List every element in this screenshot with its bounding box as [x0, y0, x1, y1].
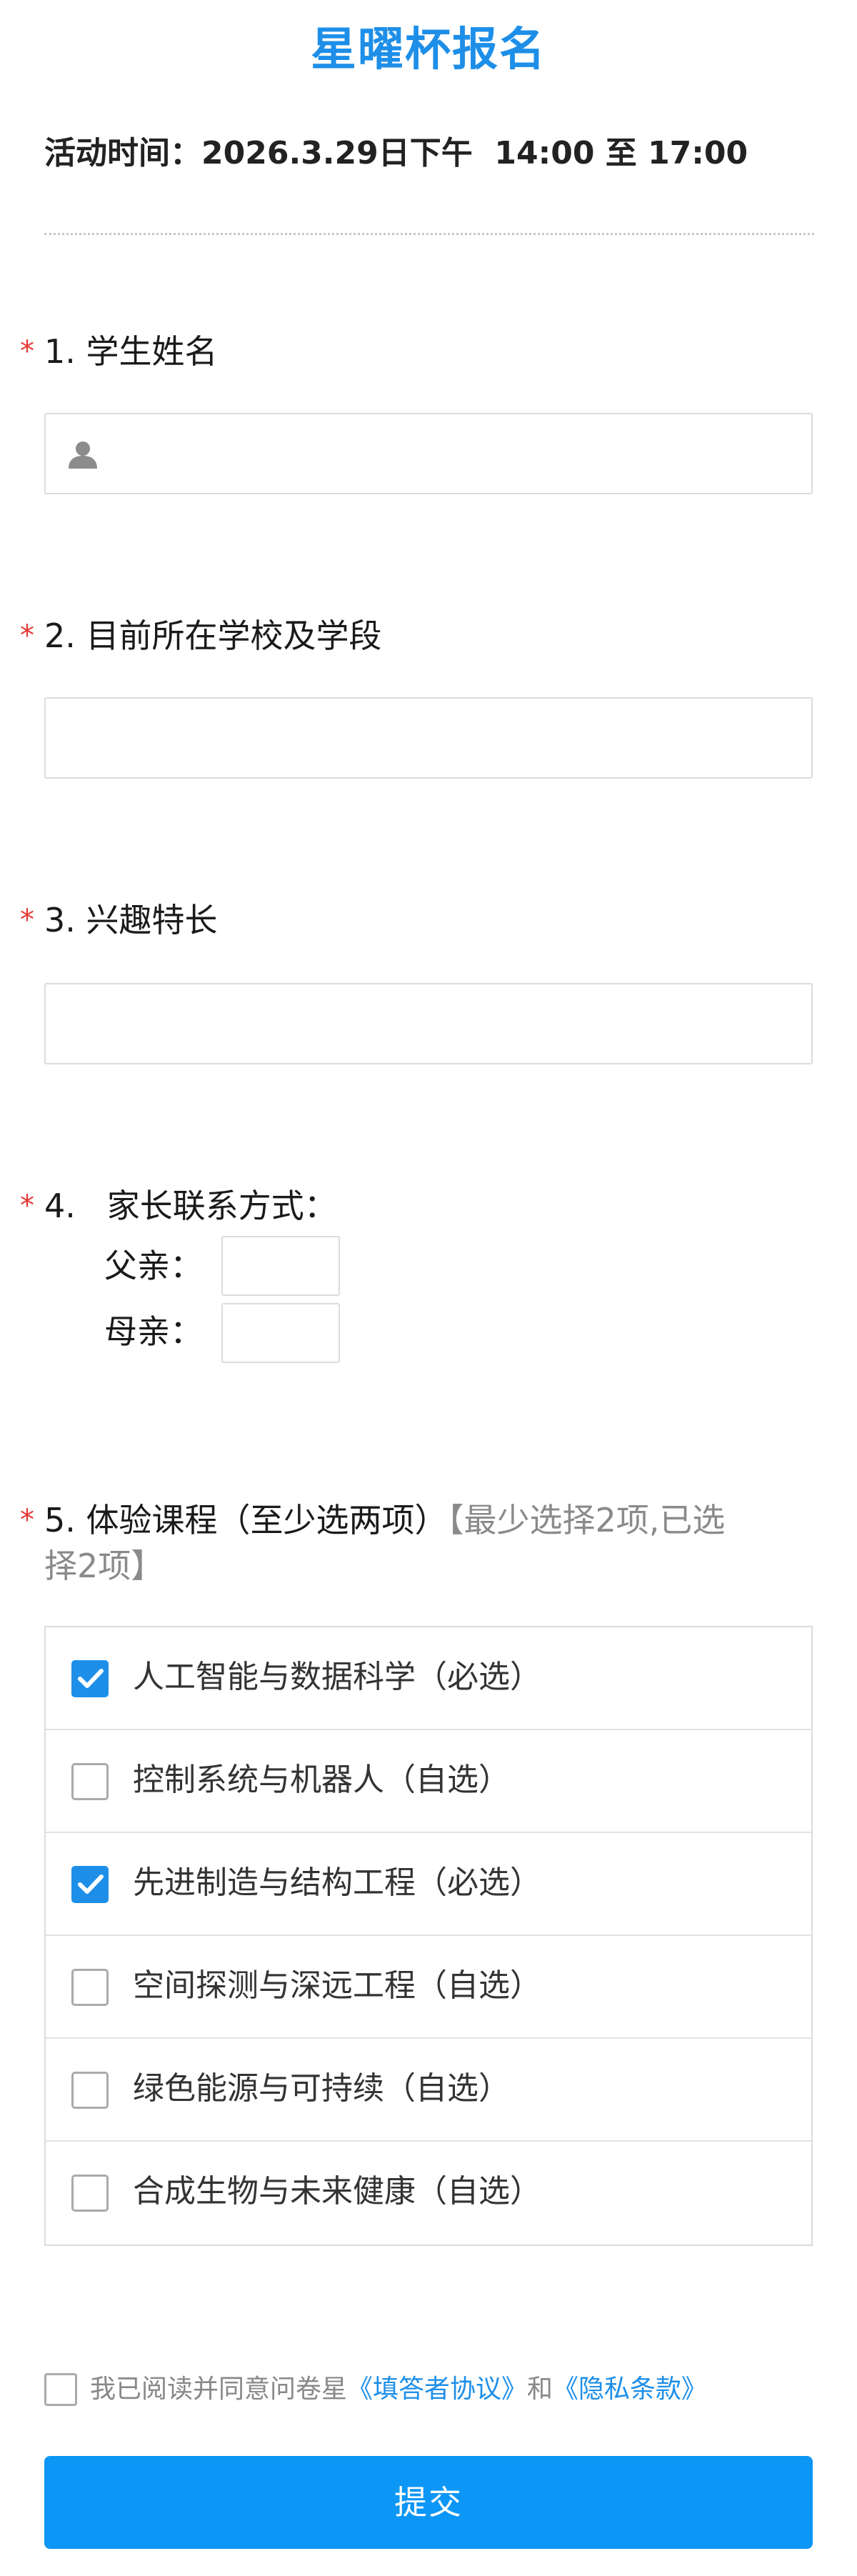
course-options: 人工智能与数据科学（必选） 控制系统与机器人（自选） 先进制造与结构工程（必选）…: [44, 1626, 813, 2246]
submit-button[interactable]: 提交: [44, 2456, 813, 2549]
father-label: 父亲：: [104, 1247, 203, 1285]
question-5-label: 5. 体验课程（至少选两项）: [44, 1501, 448, 1539]
question-4-label: 4. 家长联系方式：: [44, 1187, 337, 1225]
checkbox-unchecked[interactable]: [71, 1969, 109, 2006]
student-name-input[interactable]: [44, 413, 813, 494]
course-option[interactable]: 控制系统与机器人（自选）: [46, 1730, 811, 1833]
selection-hint-continued: 择2项】: [44, 1547, 164, 1585]
question-2: * 2. 目前所在学校及学段: [20, 613, 382, 659]
course-label: 人工智能与数据科学（必选）: [133, 1659, 541, 1695]
course-label: 绿色能源与可持续（自选）: [133, 2070, 510, 2107]
checkbox-checked[interactable]: [71, 1660, 109, 1697]
course-option[interactable]: 人工智能与数据科学（必选）: [46, 1627, 811, 1730]
checkbox-unchecked[interactable]: [71, 1763, 109, 1800]
course-label: 控制系统与机器人（自选）: [133, 1762, 510, 1798]
required-marker: *: [20, 335, 34, 368]
privacy-policy-link[interactable]: 《隐私条款》: [553, 2375, 707, 2404]
agreement-and: 和: [527, 2375, 553, 2404]
father-phone-input[interactable]: [221, 1236, 340, 1296]
interests-input[interactable]: [44, 983, 813, 1064]
mother-phone-input[interactable]: [221, 1303, 340, 1363]
question-5: * 5. 体验课程（至少选两项）【最少选择2项,已选 择2项】: [20, 1497, 823, 1589]
question-1-label: 1. 学生姓名: [44, 332, 218, 371]
required-marker: *: [20, 1189, 34, 1222]
required-marker: *: [20, 1504, 34, 1537]
user-agreement-link[interactable]: 《填答者协议》: [347, 2375, 527, 2404]
question-2-label: 2. 目前所在学校及学段: [44, 616, 382, 655]
school-input[interactable]: [44, 697, 813, 779]
required-marker: *: [20, 619, 34, 652]
course-option[interactable]: 先进制造与结构工程（必选）: [46, 1833, 811, 1936]
course-option[interactable]: 空间探测与深远工程（自选）: [46, 1936, 811, 2039]
checkbox-checked[interactable]: [71, 1866, 109, 1903]
question-3-label: 3. 兴趣特长: [44, 901, 218, 939]
question-4: * 4. 家长联系方式：: [20, 1183, 337, 1229]
agreement-prefix: 我已阅读并同意问卷星: [90, 2375, 348, 2404]
checkbox-unchecked[interactable]: [71, 2175, 109, 2212]
course-label: 先进制造与结构工程（必选）: [133, 1864, 541, 1901]
course-label: 空间探测与深远工程（自选）: [133, 1967, 541, 2004]
required-marker: *: [20, 904, 34, 937]
selection-hint: 【最少选择2项,已选: [447, 1501, 726, 1539]
course-option[interactable]: 合成生物与未来健康（自选）: [46, 2142, 811, 2245]
page-title: 星曜杯报名: [311, 24, 546, 76]
question-3: * 3. 兴趣特长: [20, 897, 218, 943]
activity-time: 活动时间：2026.3.29日下午 14:00 至 17:00: [44, 135, 748, 171]
checkbox-unchecked[interactable]: [71, 2072, 109, 2109]
agreement-text: 我已阅读并同意问卷星《填答者协议》和《隐私条款》: [90, 2372, 707, 2407]
user-icon: [69, 441, 97, 469]
check-icon: [78, 1669, 104, 1688]
divider: [44, 233, 814, 235]
course-option[interactable]: 绿色能源与可持续（自选）: [46, 2039, 811, 2142]
question-1: * 1. 学生姓名: [20, 329, 218, 374]
check-icon: [78, 1874, 104, 1894]
course-label: 合成生物与未来健康（自选）: [133, 2173, 541, 2210]
agreement-checkbox[interactable]: [44, 2373, 77, 2406]
mother-label: 母亲：: [104, 1312, 203, 1351]
